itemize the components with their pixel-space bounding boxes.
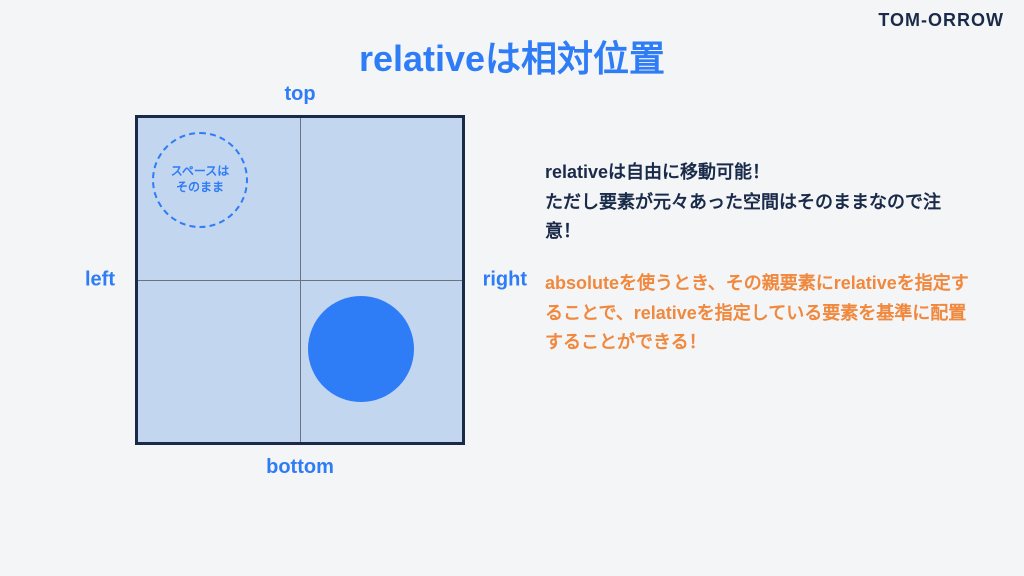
brand-logo: TOM-ORROW <box>878 10 1004 31</box>
explanation-primary: relativeは自由に移動可能！ ただし要素が元々あった空間はそのままなので注… <box>545 158 975 247</box>
label-right: right <box>483 269 527 292</box>
moved-element-circle <box>308 296 414 402</box>
explanation-area: relativeは自由に移動可能！ ただし要素が元々あった空間はそのままなので注… <box>545 158 975 358</box>
page-title: relativeは相対位置 <box>0 30 1024 82</box>
label-bottom: bottom <box>266 456 334 479</box>
space-placeholder-circle: スペースは そのまま <box>152 132 248 228</box>
label-left: left <box>85 269 115 292</box>
grid-box: スペースは そのまま <box>135 115 465 445</box>
position-diagram: top bottom left right スペースは そのまま <box>135 115 465 445</box>
explanation-secondary: absoluteを使うとき、その親要素にrelativeを指定することで、rel… <box>545 269 975 358</box>
label-top: top <box>284 83 315 106</box>
dashed-circle-text: スペースは そのまま <box>171 164 230 195</box>
